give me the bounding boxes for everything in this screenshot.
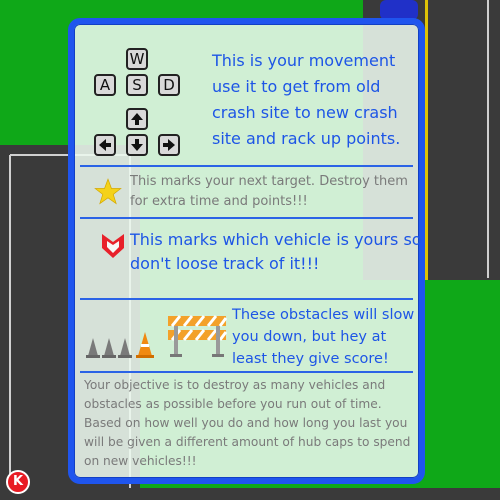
tutorial-panel: W A S D This is your movement use it to … bbox=[68, 18, 425, 484]
vehicle-text: This marks which vehicle is yours so don… bbox=[130, 230, 422, 273]
arrow-down-icon bbox=[126, 134, 148, 156]
badge-letter: K bbox=[12, 474, 24, 489]
obstacles-icon bbox=[86, 315, 228, 358]
movement-section: W A S D This is your movement use it to … bbox=[80, 38, 413, 164]
car bbox=[380, 0, 418, 20]
movement-text: This is your movement use it to get from… bbox=[212, 51, 401, 148]
divider bbox=[80, 165, 413, 167]
divider bbox=[80, 298, 413, 300]
vehicle-section: This marks which vehicle is yours so don… bbox=[80, 222, 422, 292]
target-section: This marks your next target. Destroy the… bbox=[80, 170, 413, 216]
key-w: W bbox=[126, 48, 148, 70]
target-text: This marks your next target. Destroy the… bbox=[130, 174, 408, 209]
vehicle-marker-icon bbox=[102, 234, 124, 258]
key-s: S bbox=[126, 74, 148, 96]
arrow-left-icon bbox=[94, 134, 116, 156]
key-a: A bbox=[94, 74, 116, 96]
badge-icon: K bbox=[6, 470, 30, 494]
objective-text: Your objective is to destroy as many veh… bbox=[84, 378, 411, 468]
divider bbox=[80, 217, 413, 219]
obstacles-text: These obstacles will slow you down, but … bbox=[232, 307, 415, 367]
arrow-right-icon bbox=[158, 134, 180, 156]
obstacles-section: These obstacles will slow you down, but … bbox=[80, 302, 414, 372]
key-d: D bbox=[158, 74, 180, 96]
divider bbox=[80, 371, 413, 373]
arrow-up-icon bbox=[126, 108, 148, 130]
star-icon bbox=[94, 178, 122, 205]
